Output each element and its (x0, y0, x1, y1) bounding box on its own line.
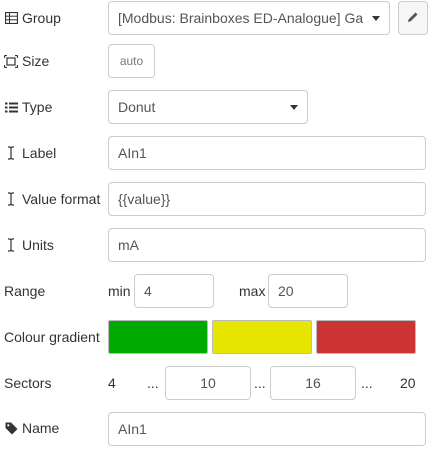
name-input[interactable]: AIn1 (108, 412, 426, 446)
range-max-label: max (239, 283, 266, 299)
type-select-value: Donut (118, 99, 156, 115)
sectors-ellipsis-1: ... (147, 375, 159, 391)
type-label: Type (4, 97, 52, 117)
group-select-value: [Modbus: Brainboxes ED-Analogue] Ga (118, 10, 364, 26)
group-label: Group (4, 8, 61, 28)
text-cursor-icon (4, 238, 18, 252)
label-input[interactable]: AIn1 (108, 136, 426, 170)
colour-swatch-high[interactable] (316, 320, 416, 354)
sectors-ellipsis-3: ... (361, 375, 373, 391)
units-input[interactable]: mA (108, 228, 426, 262)
colour-gradient-label-text: Colour gradient (4, 329, 100, 345)
value-format-input[interactable]: {{value}} (108, 182, 426, 216)
colour-swatch-mid[interactable] (212, 320, 312, 354)
name-label: Name (4, 418, 59, 438)
range-max-input[interactable]: 20 (268, 274, 348, 308)
range-min-label: min (108, 283, 131, 299)
edit-group-button[interactable] (398, 1, 428, 35)
value-format-input-value: {{value}} (118, 191, 171, 207)
list-icon (4, 100, 18, 114)
size-button[interactable]: auto (108, 44, 155, 78)
table-icon (4, 11, 18, 25)
name-input-value: AIn1 (118, 421, 147, 437)
sectors-label-text: Sectors (4, 375, 52, 391)
tag-icon (4, 421, 18, 435)
label-label: Label (4, 143, 56, 163)
sectors-second-input[interactable]: 16 (270, 366, 356, 400)
label-label-text: Label (22, 145, 57, 161)
size-value: auto (119, 54, 144, 68)
units-input-value: mA (118, 237, 139, 253)
pencil-icon (407, 10, 419, 26)
text-cursor-icon (4, 146, 18, 160)
text-cursor-icon (4, 192, 18, 206)
sectors-ellipsis-2: ... (254, 375, 266, 391)
units-label: Units (4, 235, 54, 255)
group-label-text: Group (22, 10, 61, 26)
range-max-value: 20 (278, 283, 294, 299)
group-select[interactable]: [Modbus: Brainboxes ED-Analogue] Ga (108, 1, 390, 35)
range-label-text: Range (4, 283, 46, 299)
colour-gradient-label: Colour gradient (4, 327, 100, 347)
sectors-first-input[interactable]: 10 (165, 366, 251, 400)
sectors-start-value: 4 (108, 375, 116, 391)
chevron-down-icon (290, 105, 298, 110)
size-label: Size (4, 51, 49, 71)
range-label: Range (4, 281, 45, 301)
sectors-end-value: 20 (400, 375, 416, 391)
sectors-first-value: 10 (200, 375, 216, 391)
label-input-value: AIn1 (118, 145, 147, 161)
size-label-text: Size (22, 53, 50, 69)
chevron-down-icon (372, 16, 380, 21)
name-label-text: Name (22, 420, 60, 436)
range-min-value: 4 (144, 283, 152, 299)
value-format-label-text: Value format (22, 191, 101, 207)
type-label-text: Type (22, 99, 53, 115)
units-label-text: Units (22, 237, 54, 253)
type-select[interactable]: Donut (108, 90, 308, 124)
sectors-label: Sectors (4, 373, 51, 393)
colour-swatch-low[interactable] (108, 320, 208, 354)
range-min-input[interactable]: 4 (134, 274, 214, 308)
resize-icon (4, 54, 18, 68)
value-format-label: Value format (4, 189, 100, 209)
sectors-second-value: 16 (305, 375, 321, 391)
